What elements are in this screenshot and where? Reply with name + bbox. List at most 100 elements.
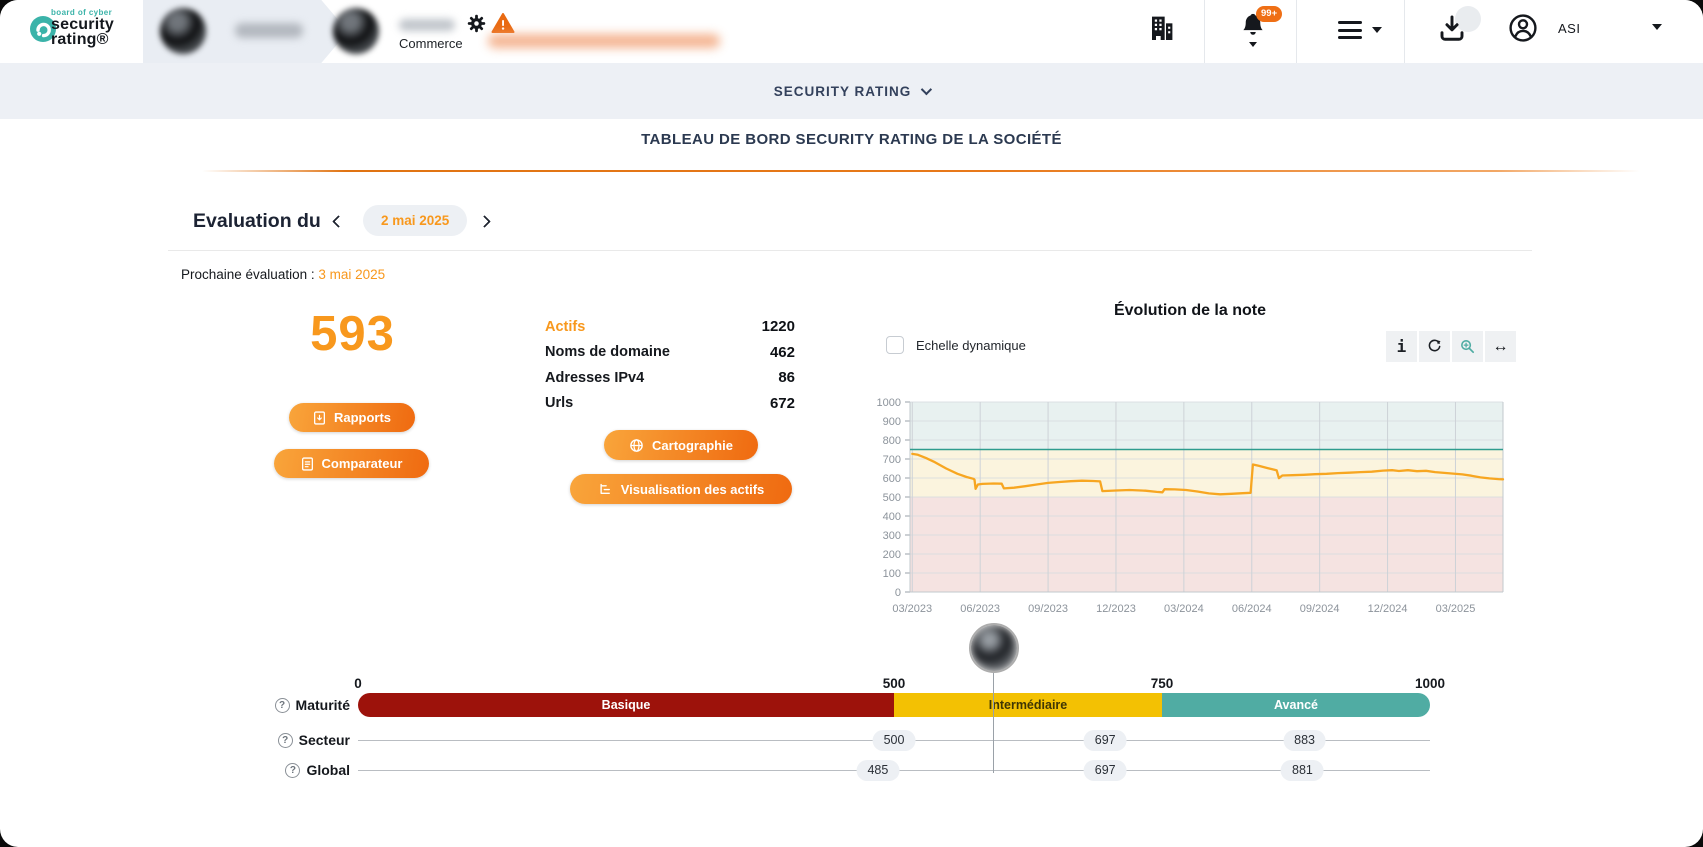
chart-refresh-button[interactable] bbox=[1419, 331, 1450, 362]
asset-label: Actifs bbox=[545, 318, 586, 335]
main-menu-button[interactable] bbox=[1338, 21, 1382, 40]
benchmark-value-pill: 697 bbox=[1083, 730, 1127, 751]
brand-logo-text: board of cyber security rating® bbox=[51, 8, 114, 48]
evaluation-date-pill[interactable]: 2 mai 2025 bbox=[363, 205, 468, 236]
asset-value: 462 bbox=[769, 343, 795, 361]
y-tick-label: 600 bbox=[883, 473, 901, 485]
current-org-name-redacted bbox=[399, 19, 455, 31]
asset-row: Urls 672 bbox=[545, 391, 795, 417]
score-marker-line bbox=[993, 673, 995, 773]
chart-title: Évolution de la note bbox=[1113, 302, 1266, 319]
brand-name-line2: rating® bbox=[51, 31, 109, 48]
download-icon[interactable] bbox=[1436, 12, 1468, 46]
rapports-label: Rapports bbox=[333, 410, 392, 425]
globe-icon bbox=[630, 438, 643, 452]
assets-list: Actifs 1220 Noms de domaine 462 Adresses IPv… bbox=[545, 314, 795, 416]
maturity-bar: Basique Intermédiaire Avancé bbox=[358, 693, 1430, 717]
comparateur-button[interactable]: Comparateur bbox=[274, 449, 429, 478]
previous-date-button[interactable] bbox=[332, 215, 345, 228]
maturity-scale-label: 500 bbox=[882, 676, 906, 691]
dynamic-scale-checkbox[interactable] bbox=[886, 336, 904, 354]
x-tick-label: 03/2025 bbox=[1436, 603, 1476, 615]
y-tick-label: 200 bbox=[883, 549, 901, 561]
document-icon bbox=[301, 456, 313, 471]
module-title: SECURITY RATING bbox=[773, 83, 912, 99]
organizations-icon[interactable] bbox=[1146, 12, 1178, 44]
benchmark-value-pill: 485 bbox=[856, 760, 900, 781]
chart-pan-horizontal-button[interactable]: ↔ bbox=[1485, 331, 1516, 362]
maturity-segment: Intermédiaire bbox=[894, 693, 1162, 717]
maturity-scale-label: 0 bbox=[354, 676, 362, 691]
warning-icon bbox=[491, 13, 515, 33]
brand-name-line1: security bbox=[51, 16, 114, 33]
y-tick-label: 300 bbox=[883, 530, 901, 542]
visualisation-actifs-button[interactable]: Visualisation des actifs bbox=[570, 474, 792, 504]
maturity-scale-label: 1000 bbox=[1414, 676, 1446, 691]
y-tick-label: 700 bbox=[883, 454, 901, 466]
chevron-down-icon bbox=[921, 83, 933, 96]
notifications-caret-icon bbox=[1249, 42, 1257, 47]
account-caret-icon[interactable] bbox=[1652, 24, 1662, 30]
org-url-redacted[interactable] bbox=[488, 34, 720, 48]
global-row-label: ? Global bbox=[240, 762, 350, 778]
chart-band bbox=[910, 449, 1503, 497]
cartographie-button[interactable]: Cartographie bbox=[604, 430, 758, 460]
maturity-label-text: Maturité bbox=[295, 697, 350, 713]
parent-org-avatar[interactable] bbox=[160, 8, 206, 54]
asset-label: Adresses IPv4 bbox=[545, 369, 645, 386]
gear-icon[interactable] bbox=[466, 13, 487, 34]
score-marker-avatar bbox=[968, 623, 1019, 673]
chart-info-button[interactable]: i bbox=[1386, 331, 1417, 362]
help-icon[interactable]: ? bbox=[277, 732, 293, 748]
maturity-segment: Avancé bbox=[1162, 693, 1430, 717]
dynamic-scale-label: Echelle dynamique bbox=[916, 338, 1026, 353]
score-evolution-chart: 0100200300400500600700800900100003/2023 0… bbox=[877, 397, 1505, 615]
top-header: board of cyber security rating® Commerce bbox=[0, 0, 1703, 63]
chart-band bbox=[910, 497, 1503, 592]
help-icon[interactable]: ? bbox=[274, 697, 290, 713]
asset-row: Actifs 1220 bbox=[545, 314, 795, 340]
chart-band bbox=[910, 402, 1503, 450]
benchmark-value-pill: 881 bbox=[1280, 760, 1324, 781]
next-evaluation-text: Prochaine évaluation : 3 mai 2025 bbox=[181, 267, 385, 282]
zoom-in-icon bbox=[1461, 340, 1475, 354]
next-evaluation-label: Prochaine évaluation : bbox=[181, 267, 315, 282]
menu-caret-icon bbox=[1372, 27, 1382, 34]
asset-row: Noms de domaine 462 bbox=[545, 340, 795, 366]
header-divider bbox=[1296, 0, 1297, 63]
cartographie-label: Cartographie bbox=[652, 437, 733, 453]
y-tick-label: 100 bbox=[883, 568, 901, 580]
module-switcher[interactable]: SECURITY RATING bbox=[0, 63, 1703, 119]
y-tick-label: 500 bbox=[883, 492, 901, 504]
chart-zoom-in-button[interactable] bbox=[1452, 331, 1483, 362]
y-tick-label: 400 bbox=[883, 511, 901, 523]
title-underline bbox=[202, 170, 1640, 172]
current-org-avatar[interactable] bbox=[333, 8, 379, 54]
user-account-icon[interactable] bbox=[1507, 12, 1539, 44]
asset-label: Noms de domaine bbox=[545, 344, 670, 361]
chart-toolbar: i ↔ bbox=[1386, 331, 1516, 362]
rapports-button[interactable]: Rapports bbox=[289, 403, 415, 432]
next-date-button[interactable] bbox=[478, 215, 491, 228]
comparateur-label: Comparateur bbox=[321, 456, 403, 471]
app-window: board of cyber security rating® Commerce bbox=[0, 0, 1703, 847]
benchmark-value-pill: 697 bbox=[1083, 760, 1127, 781]
y-tick-label: 800 bbox=[883, 435, 901, 447]
hamburger-icon bbox=[1338, 21, 1362, 40]
asset-value: 86 bbox=[778, 369, 795, 387]
section-divider bbox=[168, 250, 1532, 251]
asset-value: 672 bbox=[769, 394, 795, 412]
help-icon[interactable]: ? bbox=[285, 762, 301, 778]
benchmark-value-pill: 883 bbox=[1283, 730, 1326, 751]
benchmark-value-pill: 500 bbox=[872, 730, 916, 751]
evaluation-heading: Evaluation du bbox=[193, 210, 321, 232]
asset-row: Adresses IPv4 86 bbox=[545, 365, 795, 391]
maturity-scale-area: 0 500 750 1000 Basique Intermédiaire Avancé 500… bbox=[354, 610, 1445, 810]
maturity-segment: Basique bbox=[358, 693, 894, 717]
page-title: TABLEAU DE BORD SECURITY RATING DE LA SO… bbox=[641, 131, 1062, 148]
visualisation-actifs-label: Visualisation des actifs bbox=[620, 481, 765, 497]
report-download-icon bbox=[313, 410, 325, 425]
maturity-row-label: ? Maturité bbox=[240, 697, 350, 713]
next-evaluation-date: 3 mai 2025 bbox=[318, 267, 386, 282]
y-tick-label: 900 bbox=[883, 416, 901, 428]
